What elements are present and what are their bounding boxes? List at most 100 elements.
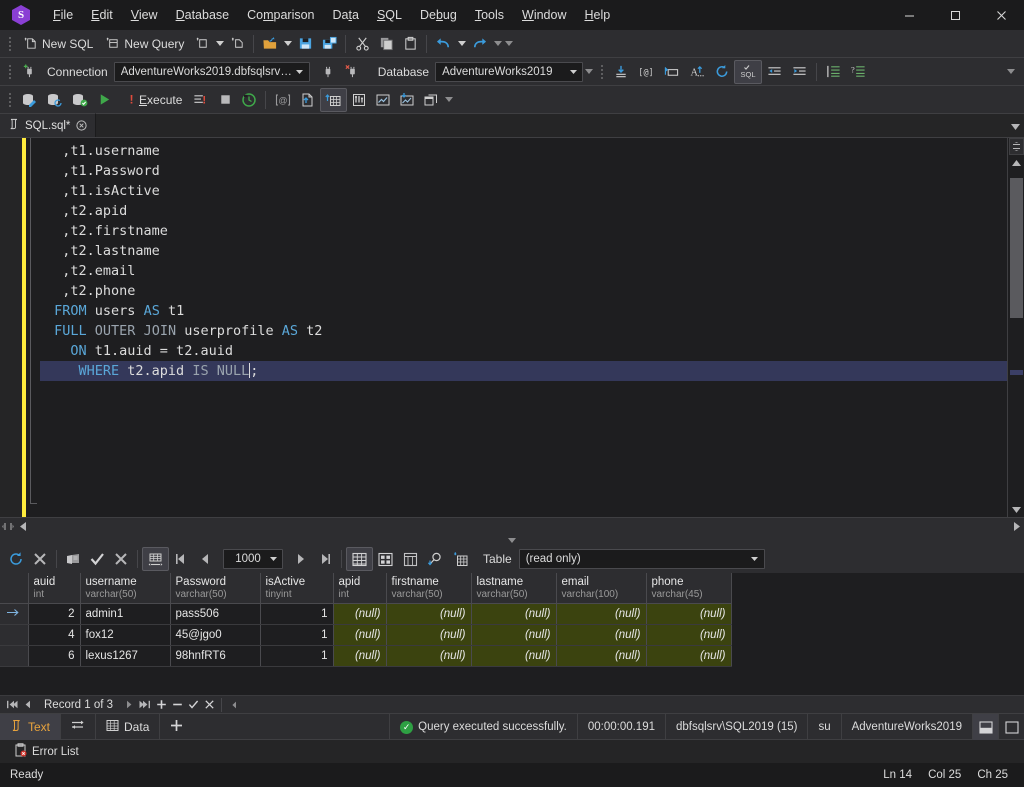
toolbar-grip[interactable]	[5, 91, 14, 109]
menu-item-help[interactable]: Help	[575, 4, 619, 26]
nav-cancel-icon[interactable]	[201, 697, 217, 713]
revert-button[interactable]	[109, 547, 133, 571]
validate-sql-button[interactable]: SQL	[734, 59, 763, 84]
export-data-button[interactable]	[296, 88, 320, 112]
toolbar-overflow-icon[interactable]	[503, 32, 514, 56]
grid-cell[interactable]: 6	[28, 645, 81, 667]
grid-cell[interactable]: (null)	[471, 603, 557, 625]
toolbar-grip[interactable]	[5, 63, 14, 81]
menu-item-edit[interactable]: Edit	[82, 4, 122, 26]
query-parameters-button[interactable]: @	[270, 88, 296, 112]
uncomment-button[interactable]: ?	[846, 60, 871, 84]
menu-item-window[interactable]: Window	[513, 4, 575, 26]
tab-add[interactable]	[160, 714, 193, 740]
save-all-button[interactable]	[317, 32, 341, 56]
editor-horizontal-scrollbar[interactable]	[0, 517, 1024, 534]
grid-view-button[interactable]	[346, 547, 373, 571]
grid-cell[interactable]: (null)	[556, 624, 647, 646]
next-page-button[interactable]	[289, 547, 313, 571]
tab-text[interactable]: Text	[0, 713, 62, 740]
grid-cell[interactable]: (null)	[646, 603, 732, 625]
query-profiler-button[interactable]	[347, 88, 371, 112]
add-connection-icon[interactable]	[17, 60, 41, 84]
menu-item-file[interactable]: File	[44, 4, 82, 26]
named-parameters-button[interactable]: [@]	[633, 60, 659, 84]
indent-button[interactable]	[787, 60, 812, 84]
save-button[interactable]	[293, 32, 317, 56]
text-view-button[interactable]	[398, 547, 423, 571]
tab-swap[interactable]	[61, 713, 97, 740]
rename-button[interactable]	[659, 60, 684, 84]
split-view-button[interactable]	[972, 714, 998, 740]
grid-cell[interactable]: (null)	[556, 603, 647, 625]
first-page-button[interactable]	[169, 547, 193, 571]
grid-cancel-button[interactable]	[28, 547, 52, 571]
grid-cell[interactable]: 98hnfRT6	[170, 645, 261, 667]
row-header-cell[interactable]	[0, 603, 29, 625]
editor-scroll-thumb[interactable]	[1009, 178, 1023, 318]
grid-corner-cell[interactable]	[0, 573, 29, 604]
copy-button[interactable]	[374, 32, 398, 56]
error-list-panel[interactable]: Error List	[0, 739, 1024, 763]
grid-cell[interactable]: (null)	[386, 603, 472, 625]
refresh-database-button[interactable]	[42, 88, 67, 112]
editor-hsplit-button[interactable]	[0, 519, 16, 534]
grid-refresh-button[interactable]	[4, 547, 28, 571]
connect-button[interactable]	[316, 60, 340, 84]
grid-cell[interactable]: (null)	[333, 603, 387, 625]
undo-button[interactable]	[431, 32, 456, 56]
grid-cell[interactable]: 2	[28, 603, 81, 625]
grid-cell[interactable]: 4	[28, 624, 81, 646]
connection-toolbar-overflow-icon[interactable]	[1005, 60, 1016, 84]
open-button[interactable]	[258, 32, 282, 56]
grid-column-header[interactable]: auid int	[28, 573, 81, 604]
redo-button[interactable]	[467, 32, 492, 56]
import-data-button[interactable]	[395, 88, 419, 112]
editor-vertical-scrollbar[interactable]	[1007, 138, 1024, 517]
single-view-button[interactable]	[998, 714, 1024, 740]
nav-next-icon[interactable]	[121, 697, 137, 713]
outdent-button[interactable]	[762, 60, 787, 84]
grid-column-header[interactable]: username varchar(50)	[80, 573, 171, 604]
menu-item-view[interactable]: View	[122, 4, 167, 26]
find-button[interactable]	[423, 547, 448, 571]
validate-database-button[interactable]	[67, 88, 92, 112]
nav-post-icon[interactable]	[185, 697, 201, 713]
table-row[interactable]: 2 admin1 pass506 1 (null) (null) (null) (null)(…	[0, 603, 732, 625]
comment-button[interactable]	[821, 60, 846, 84]
grid-cell[interactable]: 45@jgo0	[170, 624, 261, 646]
menu-item-debug[interactable]: Debug	[411, 4, 466, 26]
grid-cell[interactable]: (null)	[333, 645, 387, 667]
database-combo[interactable]: AdventureWorks2019	[435, 61, 584, 82]
new-query-button[interactable]: New Query	[99, 32, 190, 56]
paste-button[interactable]	[398, 32, 422, 56]
execute-to-file-button[interactable]: !	[188, 88, 213, 112]
maximize-icon[interactable]	[932, 0, 978, 30]
table-readonly-combo[interactable]: (read only)	[518, 549, 765, 569]
stop-button[interactable]	[213, 88, 237, 112]
grid-column-header[interactable]: lastname varchar(50)	[471, 573, 557, 604]
grid-cell[interactable]: lexus1267	[80, 645, 171, 667]
grid-cell[interactable]: fox12	[80, 624, 171, 646]
new-document-button[interactable]	[190, 32, 214, 56]
grid-column-header[interactable]: isActive tinyint	[260, 573, 334, 604]
grid-column-header[interactable]: apid int	[333, 573, 387, 604]
redo-dropdown-icon[interactable]	[492, 32, 503, 56]
execute-button[interactable]: ! Execute	[122, 88, 188, 112]
results-grid[interactable]: auid int username varchar(50) Password varcha…	[0, 573, 732, 667]
last-page-button[interactable]	[313, 547, 337, 571]
close-tab-icon[interactable]	[75, 119, 88, 132]
scroll-up-icon[interactable]	[1009, 155, 1024, 170]
editor-scroll-track[interactable]	[1009, 170, 1024, 502]
grid-column-header[interactable]: firstname varchar(50)	[386, 573, 472, 604]
toolbar-grip[interactable]	[5, 35, 14, 53]
change-case-button[interactable]: A	[684, 60, 710, 84]
grid-column-header[interactable]: Password varchar(50)	[170, 573, 261, 604]
open-dropdown-icon[interactable]	[282, 32, 293, 56]
new-window-button[interactable]	[419, 88, 443, 112]
result-as-grid-button[interactable]	[320, 87, 348, 112]
row-header-cell[interactable]	[0, 624, 29, 646]
open-data-button[interactable]	[61, 547, 85, 571]
export-grid-button[interactable]	[448, 547, 473, 571]
editor-split-button[interactable]	[1008, 138, 1024, 155]
